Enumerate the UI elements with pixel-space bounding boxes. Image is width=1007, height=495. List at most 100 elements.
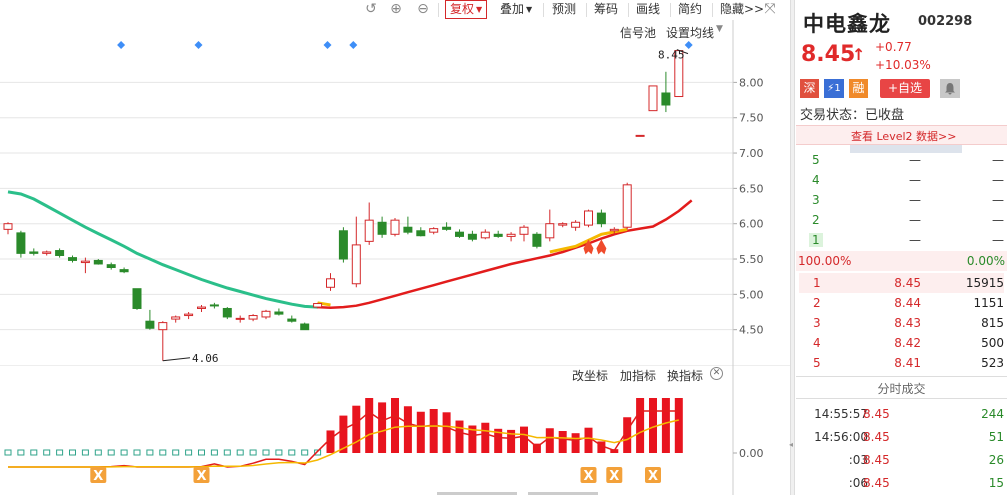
bid-level: 2 [813,296,821,310]
change-axis-button[interactable]: 改坐标 [572,367,608,384]
level2-link[interactable]: 查看 Level2 数据>> [851,128,956,144]
add-indicator-button[interactable]: 加指标 [620,367,656,384]
fuquan-button[interactable]: 复权 ▼ [445,0,488,19]
chart-area[interactable]: 8.00 7.50 7.00 6.50 6.00 5.50 5.00 4.50 8.45 4.06… [0,20,790,495]
bid-price: 8.41 [894,356,921,370]
macd-bar [56,449,64,456]
bid-row[interactable]: 2 8.44 1151 [796,293,1007,313]
zoom-in-icon[interactable]: ⊕ [388,1,404,17]
hide-button[interactable]: 隐藏>> [720,0,764,19]
macd-bar [146,449,154,456]
y-tick-label: 6.50 [739,182,764,195]
level1-badge[interactable]: ⚡1 [824,79,844,98]
candle-body [93,259,103,265]
macd-bar [352,405,361,453]
kline-chart[interactable]: 8.00 7.50 7.00 6.50 6.00 5.50 5.00 4.50 8.45 4.06 [0,20,790,365]
level2-banner[interactable]: 查看 Level2 数据>> [796,125,1007,145]
switch-indicator-button[interactable]: 换指标 [667,367,703,384]
panel-divider[interactable] [790,0,795,495]
candle-body [506,233,516,237]
ma-long-line [7,190,318,309]
draw-line-button[interactable]: 画线 [636,0,660,19]
macd-bar [571,433,580,453]
bid-price: 8.44 [894,296,921,310]
change-pct: +10.03% [875,58,931,72]
macd-bar [223,449,231,456]
tick-volume: 15 [988,476,1004,490]
macd-bar [69,449,76,456]
candle-body [42,251,52,254]
tick-volume: 51 [988,430,1004,444]
ask-row[interactable]: 4 — — [796,170,1007,190]
bid-volume: 1151 [973,296,1004,310]
bid-row[interactable]: 5 8.41 523 [796,353,1007,373]
candle-body [274,311,284,315]
signal-diamond [194,41,203,49]
shen-badge[interactable]: 深 [800,79,819,98]
stock-app: ↺ ⊕ ⊖ 复权 ▼ 叠加 ▼ 预测 筹码 画线 简约 隐藏>> ⤧ 8.00 7.5… [0,0,1007,495]
ask-row[interactable]: 5 — — [796,150,1007,170]
ask-price: — [909,173,921,187]
chevron-down-icon: ▼ [476,5,483,14]
candle-body [80,260,90,264]
candle-body [596,212,606,225]
alarm-icon[interactable] [940,79,960,98]
toolbar-divider [670,3,671,17]
ask-level: 3 [812,193,820,207]
chevron-down-icon[interactable]: ▼ [716,24,723,34]
bid-ratio: 100.00% [798,254,852,268]
expand-icon[interactable]: ⤧ [762,1,778,17]
signal-marker-text: X [583,469,593,484]
margin-badge[interactable]: 融 [849,79,868,98]
signal-diamond [117,41,126,49]
candle-body [106,264,116,269]
close-circle-icon[interactable]: ✕ [710,367,723,380]
zoom-out-icon[interactable]: ⊖ [415,1,431,17]
macd-bar [172,449,180,456]
bid-row[interactable]: 3 8.43 815 [796,313,1007,333]
trading-status: 交易状态：已收盘 [800,108,905,123]
toolbar-divider [586,3,587,17]
macd-bar [288,449,296,456]
ask-row[interactable]: 3 — — [796,190,1007,210]
signal-pool-button[interactable]: 信号池 [620,24,656,41]
bid-row[interactable]: 4 8.42 500 [796,333,1007,353]
ask-row[interactable]: 1 — — [796,230,1007,250]
candle-body [326,278,335,288]
fuquan-label: 复权 [450,2,475,16]
ask-volume: — [992,173,1004,187]
macd-bar [275,449,283,456]
y-tick-label: 4.50 [739,324,764,337]
candle-body [442,226,452,230]
collapse-icon[interactable]: ◂ [789,440,795,449]
simple-mode-button[interactable]: 简约 [678,0,702,19]
add-watchlist-button[interactable]: +自选 [880,79,930,98]
divider [796,398,1007,399]
stock-code: 002298 [918,14,973,29]
indicator-chart[interactable]: 0.00 X X X X X [0,365,790,495]
y-tick-label: 7.00 [739,147,764,160]
macd-bar [481,422,490,453]
candle-body [351,244,361,285]
toolbar-divider [438,3,439,17]
ask-row[interactable]: 2 — — [796,210,1007,230]
candle-body [261,310,271,318]
bid-row[interactable]: 1 8.45 15915 [796,273,1007,293]
candle-body [455,231,464,237]
candle-body [648,85,658,112]
y-tick-label: 7.50 [739,112,764,125]
set-ma-button[interactable]: 设置均线 [666,24,714,41]
candle-body [622,184,632,228]
chip-button[interactable]: 筹码 [594,0,618,19]
bid-level: 1 [813,276,821,290]
macd-bar [455,420,464,453]
candle-body [545,223,555,239]
forecast-button[interactable]: 预测 [552,0,576,19]
macd-bar [159,449,167,456]
overlay-button[interactable]: 叠加 ▼ [500,0,532,19]
candle-body [132,288,142,309]
signal-marker-text: X [196,469,206,484]
tick-volume: 244 [981,407,1004,421]
undo-icon[interactable]: ↺ [363,1,379,17]
signal-diamond [323,41,332,49]
